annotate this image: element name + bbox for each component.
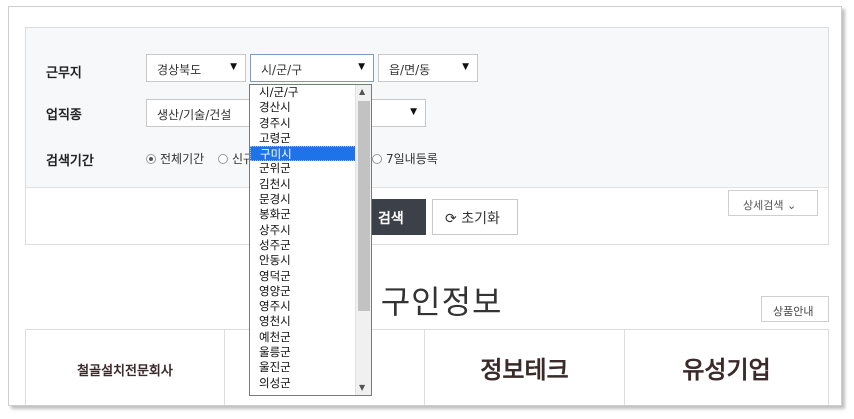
detail-search-label: 상세검색 [743, 199, 784, 212]
dropdown-option[interactable]: 상주시 [250, 223, 356, 238]
section-title: T 구인정보 [349, 283, 503, 321]
reset-button[interactable]: ⟳ 초기화 [432, 199, 518, 235]
scroll-down-icon[interactable]: ▼ [359, 383, 365, 392]
scroll-up-icon[interactable]: ▲ [359, 87, 365, 96]
dropdown-option[interactable]: 의성군 [250, 376, 356, 391]
dropdown-option[interactable]: 영주시 [250, 299, 356, 314]
page-frame: 근무지 경상북도 ▼ 시/군/구 ▼ 읍/면/동 ▼ 업직종 생산/기술/건설 … [8, 6, 842, 406]
dropdown-option[interactable]: 고령군 [250, 131, 356, 146]
dropdown-option[interactable]: 영덕군 [250, 269, 356, 284]
refresh-icon: ⟳ [445, 211, 457, 227]
chevron-down-icon: ⌄ [786, 199, 797, 212]
radio-icon [372, 154, 382, 164]
dropdown-option[interactable]: 군위군 [250, 161, 356, 176]
caret-down-icon: ▼ [230, 62, 237, 72]
product-info-button[interactable]: 상품안내 [761, 296, 829, 322]
radio-label: 전체기간 [160, 152, 205, 166]
location-label: 근무지 [46, 66, 82, 81]
dropdown-items: 시/군/구 경산시 경주시 고령군 구미시 군위군 김천시 문경시 봉화군 상주시 성주군 안동시 영덕… [250, 85, 371, 391]
dropdown-option[interactable]: 예천군 [250, 330, 356, 345]
period-radio-all[interactable]: 전체기간 [146, 150, 204, 167]
search-button[interactable]: 검색 [368, 199, 426, 235]
search-panel: 근무지 경상북도 ▼ 시/군/구 ▼ 읍/면/동 ▼ 업직종 생산/기술/건설 … [25, 27, 829, 245]
dropdown-option[interactable]: 구미시 [250, 146, 356, 162]
dropdown-option[interactable]: 김천시 [250, 177, 356, 192]
company-card[interactable]: 정보테크 [425, 330, 625, 405]
radio-checked-icon [146, 154, 156, 164]
company-card[interactable]: 철골설치전문회사 [25, 330, 225, 405]
radio-label: 7일내등록 [386, 152, 438, 166]
city-select[interactable]: 시/군/구 ▼ [250, 54, 374, 82]
dropdown-option[interactable]: 경주시 [250, 116, 356, 131]
dropdown-option[interactable]: 울릉군 [250, 345, 356, 360]
caret-down-icon: ▼ [462, 62, 469, 72]
reset-label: 초기화 [461, 211, 500, 227]
city-dropdown-list[interactable]: 시/군/구 경산시 경주시 고령군 구미시 군위군 김천시 문경시 봉화군 상주시 성주군 안동시 영덕… [249, 84, 372, 396]
period-label: 검색기간 [46, 154, 94, 169]
dropdown-option[interactable]: 성주군 [250, 238, 356, 253]
province-value: 경상북도 [157, 63, 202, 77]
city-value: 시/군/구 [261, 63, 303, 77]
period-radio-7days[interactable]: 7일내등록 [372, 150, 438, 167]
dropdown-option[interactable]: 울진군 [250, 360, 356, 375]
company-cards: 철골설치전문회사 업 정보테크 유성기업 [25, 329, 829, 405]
caret-down-icon: ▼ [358, 62, 365, 72]
dropdown-scrollbar[interactable]: ▲ ▼ [355, 85, 371, 395]
job-label: 업직종 [46, 108, 82, 123]
dropdown-option[interactable]: 봉화군 [250, 207, 356, 222]
radio-icon [218, 154, 228, 164]
company-card[interactable]: 유성기업 [625, 330, 829, 405]
dropdown-option[interactable]: 시/군/구 [250, 85, 356, 100]
town-value: 읍/면/동 [389, 63, 431, 77]
dropdown-option[interactable]: 영천시 [250, 314, 356, 329]
dropdown-option[interactable]: 경산시 [250, 100, 356, 115]
search-filters: 근무지 경상북도 ▼ 시/군/구 ▼ 읍/면/동 ▼ 업직종 생산/기술/건설 … [26, 28, 828, 188]
dropdown-option[interactable]: 문경시 [250, 192, 356, 207]
caret-down-icon: ▼ [410, 107, 417, 117]
dropdown-option[interactable]: 안동시 [250, 253, 356, 268]
scrollbar-thumb[interactable] [358, 101, 370, 311]
town-select[interactable]: 읍/면/동 ▼ [378, 54, 478, 82]
job-category-value: 생산/기술/건설 [157, 108, 232, 122]
dropdown-option[interactable]: 영양군 [250, 284, 356, 299]
province-select[interactable]: 경상북도 ▼ [146, 54, 246, 82]
detail-search-button[interactable]: 상세검색 ⌄ [728, 190, 818, 216]
